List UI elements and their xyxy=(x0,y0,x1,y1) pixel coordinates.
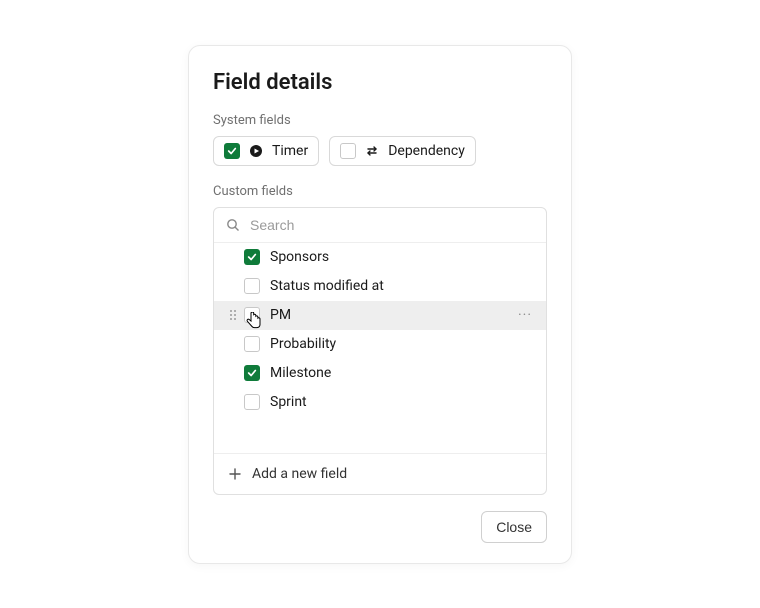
checkbox-checked-icon[interactable] xyxy=(244,249,260,265)
play-circle-icon xyxy=(248,143,264,159)
list-item[interactable]: Probability ··· xyxy=(214,330,546,359)
drag-handle-icon[interactable] xyxy=(226,309,240,321)
list-item[interactable]: PM ··· xyxy=(214,301,546,330)
plus-icon xyxy=(228,467,242,481)
system-field-label: Dependency xyxy=(388,143,465,159)
list-item-label: Probability xyxy=(270,336,516,352)
list-item[interactable]: Status modified at ··· xyxy=(214,272,546,301)
custom-fields-label: Custom fields xyxy=(213,184,547,199)
system-field-dependency[interactable]: Dependency xyxy=(329,136,476,166)
system-fields-label: System fields xyxy=(213,113,547,128)
list-item-label: Sponsors xyxy=(270,249,516,265)
field-details-modal: Field details System fields Timer Depend… xyxy=(188,45,572,564)
more-icon[interactable]: ··· xyxy=(516,307,534,323)
custom-items: Sponsors ··· Status modified at ··· PM ·… xyxy=(214,243,546,453)
system-field-timer[interactable]: Timer xyxy=(213,136,319,166)
modal-title: Field details xyxy=(213,70,547,95)
checkbox-checked-icon xyxy=(224,143,240,159)
search-icon xyxy=(226,218,240,232)
checkbox-unchecked-icon[interactable] xyxy=(244,307,260,323)
checkbox-checked-icon[interactable] xyxy=(244,365,260,381)
list-item[interactable]: Sponsors ··· xyxy=(214,243,546,272)
list-item-label: PM xyxy=(270,307,516,323)
system-fields-row: Timer Dependency xyxy=(213,136,547,166)
modal-footer: Close xyxy=(213,511,547,543)
list-item-label: Status modified at xyxy=(270,278,516,294)
list-item-label: Milestone xyxy=(270,365,516,381)
list-item[interactable]: Sprint ··· xyxy=(214,388,546,417)
search-row xyxy=(214,208,546,243)
add-new-field-label: Add a new field xyxy=(252,466,347,482)
list-item-label: Sprint xyxy=(270,394,516,410)
checkbox-unchecked-icon xyxy=(340,143,356,159)
checkbox-unchecked-icon[interactable] xyxy=(244,278,260,294)
search-input[interactable] xyxy=(248,216,534,234)
list-item[interactable]: Milestone ··· xyxy=(214,359,546,388)
checkbox-unchecked-icon[interactable] xyxy=(244,394,260,410)
close-button[interactable]: Close xyxy=(481,511,547,543)
add-new-field-button[interactable]: Add a new field xyxy=(214,453,546,494)
custom-fields-list: Sponsors ··· Status modified at ··· PM ·… xyxy=(213,207,547,495)
swap-icon xyxy=(364,143,380,159)
system-field-label: Timer xyxy=(272,143,308,159)
checkbox-unchecked-icon[interactable] xyxy=(244,336,260,352)
